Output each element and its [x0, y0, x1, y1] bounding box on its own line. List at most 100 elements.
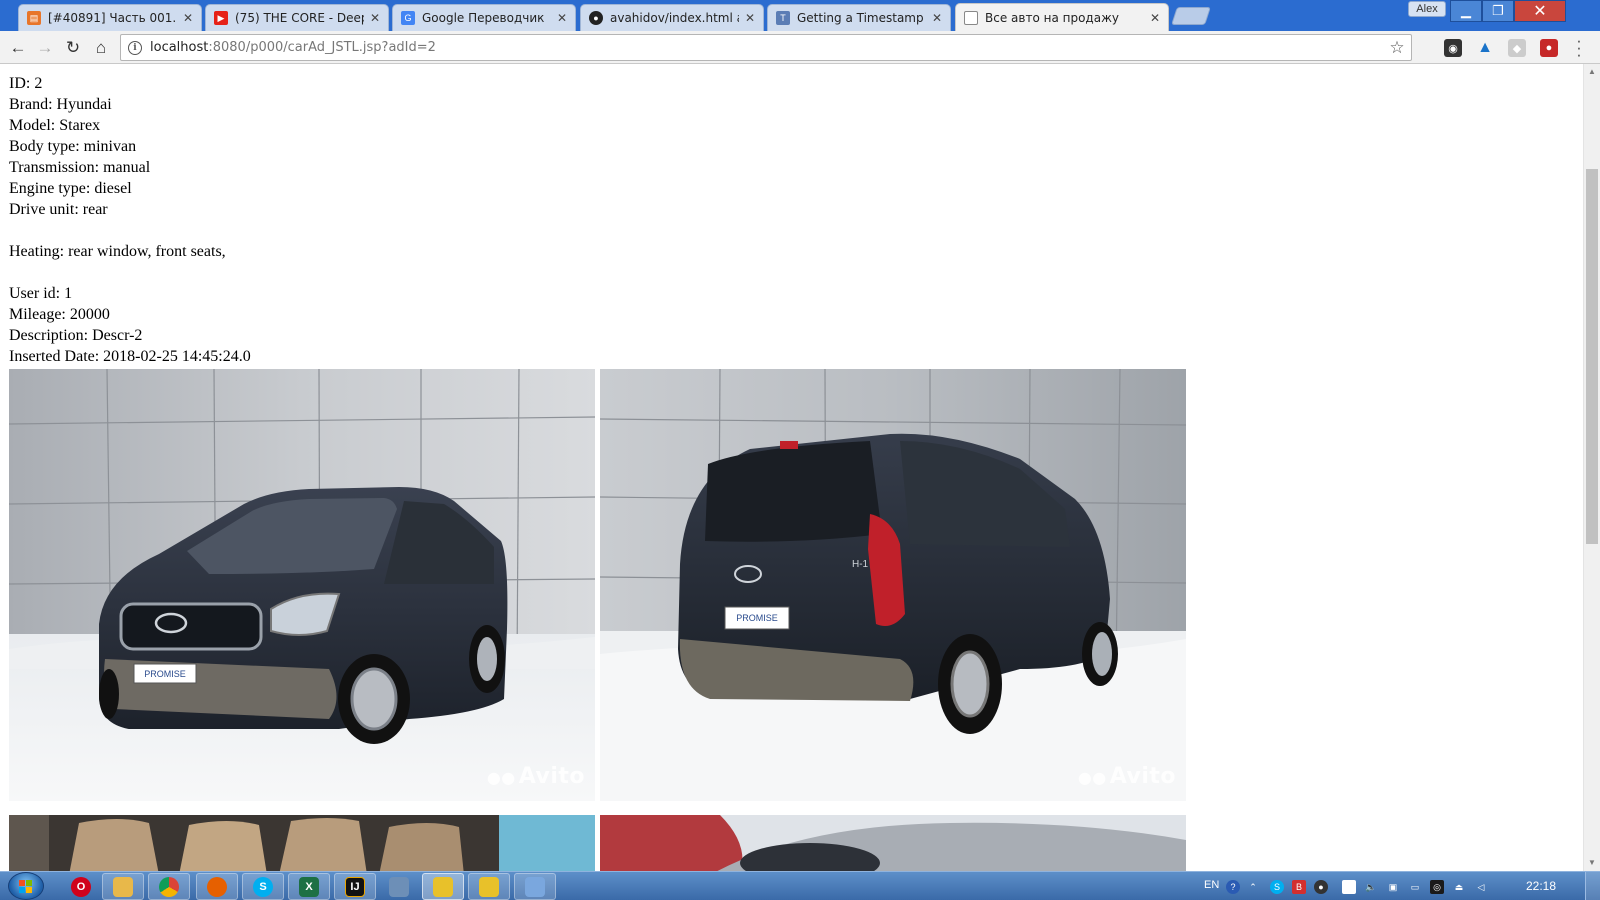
page-viewport: ID: 2 Brand: Hyundai Model: Starex Body …	[0, 64, 1583, 871]
back-button[interactable]: ←	[6, 36, 30, 60]
ad-drive-unit: Drive unit: rear	[9, 201, 108, 218]
close-icon[interactable]: ✕	[930, 11, 944, 25]
url-path: :8080/p000/carAd_JSTL.jsp?adId=2	[208, 40, 436, 55]
ad-inserted-date: Inserted Date: 2018-02-25 14:45:24.0	[9, 348, 251, 365]
lastpass-extension-icon[interactable]: ●	[1540, 39, 1558, 57]
vertical-scrollbar[interactable]: ▲ ▼	[1583, 64, 1600, 871]
bookmark-star-icon[interactable]: ☆	[1387, 38, 1407, 58]
chrome-icon	[159, 876, 179, 897]
license-plate: PROMISE	[144, 669, 186, 679]
close-icon[interactable]: ✕	[1148, 11, 1162, 25]
reload-button[interactable]: ↻	[61, 36, 85, 60]
ad-transmission: Transmission: manual	[9, 159, 151, 176]
intellij-icon: IJ	[345, 876, 365, 897]
language-indicator[interactable]: EN	[1204, 879, 1219, 891]
tab-title: Getting a Timestamp Obj	[797, 11, 926, 25]
ad-engine-type: Engine type: diesel	[9, 180, 132, 197]
close-icon[interactable]: ✕	[743, 11, 757, 25]
tab-title: (75) THE CORE - Deep Sli	[235, 11, 364, 25]
spy-extension-icon[interactable]: ◉	[1444, 39, 1462, 57]
windows-taskbar: O S X IJ EN ? ⌃ S B ● 🔈 ▣ ▭ ◎ ⏏ ◁ 22:18	[0, 871, 1600, 900]
record-tray-icon[interactable]: ●	[1314, 880, 1328, 894]
url-host: localhost	[150, 40, 209, 55]
taskbar-excel[interactable]: X	[288, 873, 330, 900]
model-badge: H-1	[852, 559, 869, 570]
youtube-icon: ▶	[214, 11, 228, 25]
window-tray-icon[interactable]	[1342, 880, 1356, 894]
windows-logo-icon	[19, 880, 33, 893]
scroll-down-arrow-icon[interactable]: ▼	[1584, 855, 1600, 871]
speaker-tray-icon[interactable]: ◁	[1474, 880, 1488, 894]
taskbar-intellij[interactable]: IJ	[334, 873, 376, 900]
profile-badge[interactable]: Alex	[1408, 1, 1446, 17]
maximize-button[interactable]: ❐	[1482, 0, 1514, 22]
pdf-extension-icon[interactable]: ◆	[1508, 39, 1526, 57]
volume-tray-icon[interactable]: 🔈	[1364, 880, 1378, 894]
tab-google-translate[interactable]: G Google Переводчик ✕	[392, 4, 576, 31]
url-text[interactable]: localhost:8080/p000/carAd_JSTL.jsp?adId=…	[150, 40, 1387, 55]
tab-youtube[interactable]: ▶ (75) THE CORE - Deep Sli ✕	[205, 4, 389, 31]
ad-brand: Brand: Hyundai	[9, 96, 112, 113]
close-icon[interactable]: ✕	[181, 11, 195, 25]
tab-timestamp[interactable]: T Getting a Timestamp Obj ✕	[767, 4, 951, 31]
excel-icon: X	[299, 876, 319, 897]
tab-title: avahidov/index.html at m	[610, 11, 739, 25]
taskbar-skype[interactable]: S	[242, 873, 284, 900]
forward-button[interactable]: →	[33, 36, 57, 60]
system-clock[interactable]: 22:18	[1526, 879, 1556, 893]
tab-github[interactable]: ● avahidov/index.html at m ✕	[580, 4, 764, 31]
show-desktop-button[interactable]	[1585, 872, 1600, 900]
close-window-button[interactable]: ✕	[1514, 0, 1566, 22]
close-icon[interactable]: ✕	[368, 11, 382, 25]
monitor-tray-icon[interactable]: ▭	[1408, 880, 1422, 894]
close-icon[interactable]: ✕	[555, 11, 569, 25]
drive-extension-icon[interactable]: ▲	[1476, 39, 1494, 57]
tab-title: Google Переводчик	[422, 11, 545, 25]
tray-expand-icon[interactable]: ⌃	[1246, 880, 1260, 894]
b-tray-icon[interactable]: B	[1292, 880, 1306, 894]
new-tab-button[interactable]	[1171, 7, 1211, 25]
notepad-icon	[479, 876, 499, 897]
taskbar-firefox[interactable]	[196, 873, 238, 900]
car-photo-rear[interactable]: H-1 PROMISE ●● Avito	[600, 369, 1186, 801]
tooth-tool-icon	[389, 876, 409, 897]
help-icon[interactable]: ?	[1226, 880, 1240, 894]
java-doc-icon: T	[776, 11, 790, 25]
safely-remove-tray-icon[interactable]: ⏏	[1452, 880, 1466, 894]
skype-tray-icon[interactable]: S	[1270, 880, 1284, 894]
folder-icon	[113, 876, 133, 897]
taskbar-opera[interactable]: O	[60, 873, 102, 900]
address-bar[interactable]: i localhost:8080/p000/carAd_JSTL.jsp?adI…	[120, 34, 1412, 61]
taskbar-explorer[interactable]	[102, 873, 144, 900]
steam-tray-icon[interactable]: ◎	[1430, 880, 1444, 894]
car-photo-front[interactable]: PROMISE ●● Avito	[9, 369, 595, 801]
taskbar-paint[interactable]	[514, 873, 556, 900]
github-icon: ●	[589, 11, 603, 25]
minimize-button[interactable]: ▁	[1450, 0, 1482, 22]
translate-icon: G	[401, 11, 415, 25]
tab-active-listing[interactable]: Все авто на продажу ✕	[955, 3, 1169, 31]
menu-icon[interactable]: · · ·	[1574, 32, 1584, 63]
ad-heating: Heating: rear window, front seats,	[9, 243, 226, 260]
tab-hibernate[interactable]: ▤ [#40891] Часть 001. Hibe ✕	[18, 4, 202, 31]
scrollbar-thumb[interactable]	[1586, 169, 1598, 544]
ad-body-type: Body type: minivan	[9, 138, 137, 155]
avito-watermark: ●● Avito	[486, 764, 585, 789]
avito-watermark: ●● Avito	[1077, 764, 1176, 789]
clapperboard-icon	[433, 876, 453, 897]
taskbar-notepad[interactable]	[468, 873, 510, 900]
firefox-icon	[207, 876, 227, 897]
home-button[interactable]: ⌂	[89, 36, 113, 60]
taskbar-film[interactable]	[422, 873, 464, 900]
info-icon[interactable]: i	[128, 40, 142, 55]
skype-icon: S	[253, 876, 273, 897]
start-button[interactable]	[8, 872, 44, 900]
car-photo-dashboard[interactable]	[600, 815, 1186, 871]
network-tray-icon[interactable]: ▣	[1386, 880, 1400, 894]
taskbar-tool[interactable]	[378, 873, 420, 900]
car-photo-interior[interactable]	[9, 815, 595, 871]
ad-description: Description: Descr-2	[9, 327, 143, 344]
ad-user-id: User id: 1	[9, 285, 73, 302]
taskbar-chrome[interactable]	[148, 873, 190, 900]
scroll-up-arrow-icon[interactable]: ▲	[1584, 64, 1600, 80]
